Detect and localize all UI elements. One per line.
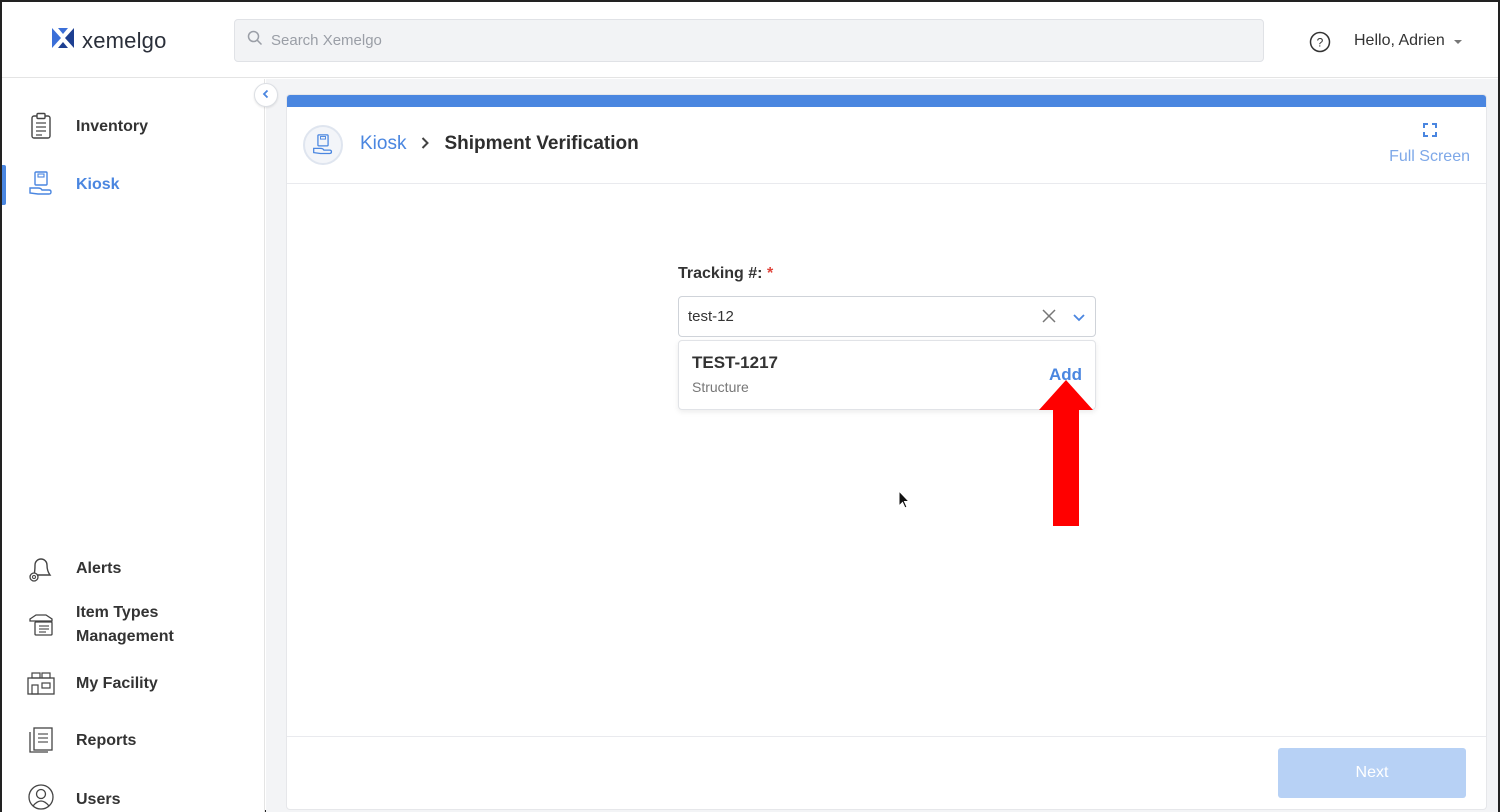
item-types-icon — [26, 610, 56, 640]
sidebar-item-users[interactable]: Users — [2, 782, 265, 812]
user-menu[interactable]: Hello, Adrien — [1354, 32, 1463, 50]
tracking-label: Tracking #: * — [678, 265, 773, 283]
tracking-label-text: Tracking #: — [678, 265, 763, 282]
chevron-left-icon — [261, 86, 271, 104]
required-mark: * — [766, 265, 774, 282]
sidebar-item-label: Reports — [76, 732, 137, 749]
expand-icon — [1389, 123, 1470, 142]
mouse-cursor-icon — [898, 489, 911, 515]
bell-icon — [26, 553, 56, 583]
tracking-combobox[interactable] — [678, 296, 1096, 337]
card-accent-bar — [287, 95, 1486, 107]
tracking-input[interactable] — [688, 308, 1028, 325]
help-icon[interactable]: ? — [1309, 31, 1331, 58]
full-screen-button[interactable]: Full Screen — [1389, 123, 1470, 166]
sidebar-item-inventory[interactable]: Inventory — [2, 111, 265, 141]
footer-divider — [287, 736, 1486, 737]
kiosk-icon — [303, 125, 343, 165]
sidebar-item-alerts[interactable]: Alerts — [2, 553, 265, 583]
search-input[interactable] — [271, 32, 1171, 49]
content-card: Kiosk Shipment Verification Full Screen … — [286, 94, 1487, 810]
sidebar-item-label: My Facility — [76, 675, 158, 692]
search-bar[interactable] — [234, 19, 1264, 62]
breadcrumb: Kiosk Shipment Verification — [360, 133, 639, 155]
sidebar-item-label-line2: Management — [76, 628, 174, 645]
page-title: Shipment Verification — [444, 133, 639, 154]
sidebar-item-my-facility[interactable]: My Facility — [2, 668, 265, 698]
sidebar-item-reports[interactable]: Reports — [2, 725, 265, 755]
logo[interactable]: xemelgo — [50, 26, 167, 55]
suggestion-subtitle: Structure — [692, 379, 749, 395]
svg-text:?: ? — [1317, 36, 1324, 50]
chevron-down-icon — [1453, 32, 1463, 50]
sidebar-item-label: Inventory — [76, 118, 149, 135]
sidebar-item-kiosk[interactable]: Kiosk — [2, 169, 265, 199]
suggestion-title: TEST-1217 — [692, 353, 778, 372]
logo-text: xemelgo — [82, 27, 167, 53]
full-screen-label: Full Screen — [1389, 148, 1470, 165]
next-button[interactable]: Next — [1278, 748, 1466, 798]
card-header: Kiosk Shipment Verification Full Screen — [287, 107, 1486, 184]
greeting-text: Hello, Adrien — [1354, 32, 1445, 49]
chevron-down-icon[interactable] — [1072, 310, 1086, 328]
breadcrumb-kiosk-link[interactable]: Kiosk — [360, 133, 406, 155]
top-bar: xemelgo ? Hello, Adrien — [2, 2, 1498, 78]
sidebar-item-label: Kiosk — [76, 176, 120, 193]
clear-icon[interactable] — [1041, 308, 1057, 329]
clipboard-icon — [26, 111, 56, 141]
kiosk-icon — [26, 169, 56, 199]
xemelgo-logo-icon — [50, 26, 76, 55]
arrow-up-icon — [1039, 380, 1093, 531]
facility-icon — [26, 668, 56, 698]
suggestion-dropdown: TEST-1217 Structure Add — [678, 340, 1096, 410]
search-icon — [247, 30, 263, 51]
sidebar-item-label: Item Types — [76, 604, 159, 621]
sidebar: Inventory Kiosk Alerts Item Types Manage… — [2, 79, 265, 812]
sidebar-item-item-types-management[interactable]: Item Types Management — [2, 601, 265, 649]
breadcrumb-separator — [420, 134, 430, 155]
sidebar-item-label: Alerts — [76, 560, 122, 577]
reports-icon — [26, 725, 56, 755]
sidebar-item-label: Users — [76, 791, 121, 808]
collapse-sidebar-button[interactable] — [254, 83, 278, 107]
user-icon — [26, 782, 56, 812]
